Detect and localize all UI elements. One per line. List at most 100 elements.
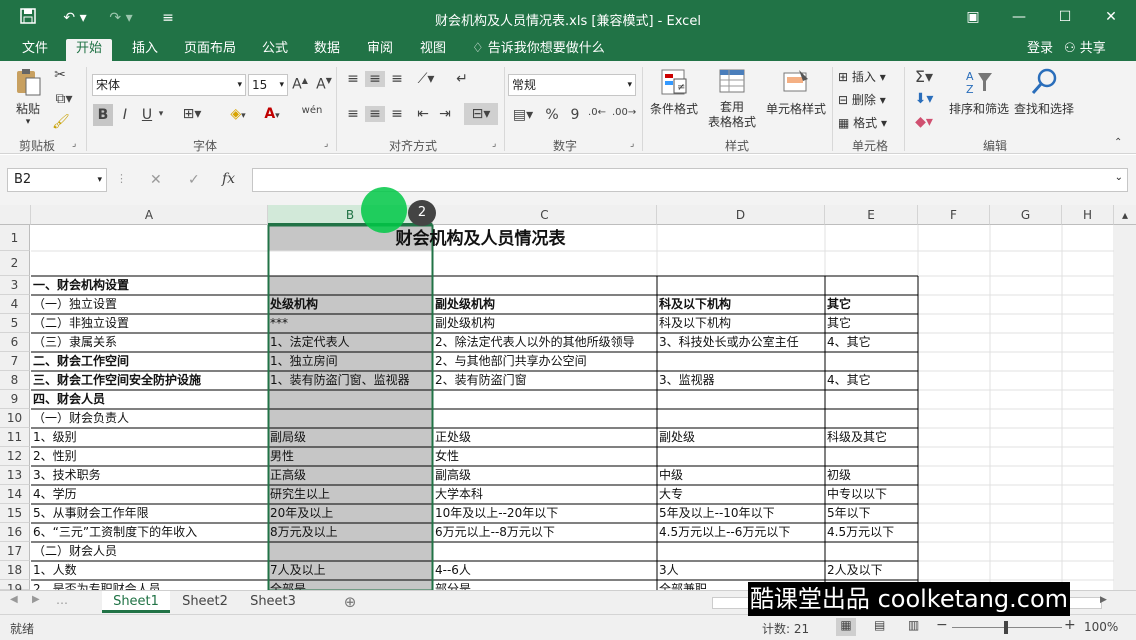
sheet-tab-1[interactable]: Sheet1 — [102, 591, 170, 613]
fill-color-icon[interactable]: ◈▾ — [224, 106, 252, 122]
delete-cells-button[interactable]: ⊟ 删除 ▾ — [838, 91, 898, 108]
cell-c5[interactable]: 副处级机构 — [433, 314, 657, 333]
autosum-icon[interactable]: Σ▾ — [912, 67, 936, 86]
row-header-7[interactable]: 7 — [0, 352, 30, 371]
alignment-launcher-icon[interactable]: ⌟ — [492, 139, 496, 149]
italic-button[interactable]: I — [118, 107, 132, 123]
align-middle-icon[interactable]: ≡ — [365, 71, 385, 87]
page-layout-view-icon[interactable]: ▤ — [874, 618, 885, 632]
row-header-17[interactable]: 17 — [0, 542, 30, 561]
font-name-select[interactable]: 宋体 ▾ — [92, 74, 246, 96]
prev-sheet-icon[interactable]: ◀ — [10, 594, 18, 605]
zoom-out-icon[interactable]: − — [936, 617, 948, 633]
share-button[interactable]: ⚇ 共享 — [1062, 39, 1108, 61]
row-header-1[interactable]: 1 — [0, 225, 30, 251]
paste-button[interactable]: 粘贴 ▾ — [12, 67, 44, 127]
cell-a7[interactable]: 二、财会工作空间 — [31, 352, 268, 371]
cell-b5[interactable]: *** — [268, 314, 433, 333]
tab-file[interactable]: 文件 — [20, 39, 50, 61]
cell-a5[interactable]: （二）非独立设置 — [31, 314, 268, 333]
cell-c15[interactable]: 10年及以上--20年以下 — [433, 504, 657, 523]
cell-a17[interactable]: （二）财会人员 — [31, 542, 268, 561]
clear-icon[interactable]: ◆▾ — [912, 114, 936, 130]
cell-d15[interactable]: 5年及以上--10年以下 — [657, 504, 825, 523]
cell-d18[interactable]: 3人 — [657, 561, 825, 580]
underline-button[interactable]: U — [140, 107, 154, 123]
sheet-tab-3[interactable]: Sheet3 — [240, 591, 306, 613]
align-top-icon[interactable]: ≡ — [344, 71, 362, 87]
cell-a6[interactable]: （三）隶属关系 — [31, 333, 268, 352]
cell-a15[interactable]: 5、从事财会工作年限 — [31, 504, 268, 523]
sort-filter-button[interactable]: AZ 排序和筛选 — [946, 67, 1012, 117]
insert-cells-button[interactable]: ⊞ 插入 ▾ — [838, 68, 898, 85]
cancel-icon[interactable]: ✕ — [150, 172, 162, 188]
cell-a11[interactable]: 1、级别 — [31, 428, 268, 447]
column-header-f[interactable]: F — [918, 205, 990, 225]
expand-formula-icon[interactable]: ⌄ — [1115, 172, 1123, 183]
number-launcher-icon[interactable]: ⌟ — [630, 139, 634, 149]
tab-insert[interactable]: 插入 — [130, 39, 160, 61]
cell-styles-button[interactable]: 单元格样式 — [764, 67, 828, 117]
cell-e13[interactable]: 初级 — [825, 466, 918, 485]
zoom-in-icon[interactable]: + — [1064, 617, 1076, 633]
column-header-h[interactable]: H — [1062, 205, 1114, 225]
zoom-slider-thumb[interactable] — [1004, 621, 1008, 634]
cell-a12[interactable]: 2、性别 — [31, 447, 268, 466]
maximize-icon[interactable]: ☐ — [1050, 6, 1080, 28]
cell-e18[interactable]: 2人及以下 — [825, 561, 918, 580]
tab-review[interactable]: 审阅 — [365, 39, 395, 61]
cell-b8[interactable]: 1、装有防盗门窗、监视器 — [268, 371, 433, 390]
cell-d5[interactable]: 科及以下机构 — [657, 314, 825, 333]
comma-style-button[interactable]: 9 — [568, 107, 582, 123]
cell-b4[interactable]: 处级机构 — [268, 295, 433, 314]
sheet-title-cell[interactable]: 财会机构及人员情况表 — [268, 226, 693, 252]
row-header-9[interactable]: 9 — [0, 390, 30, 409]
cell-a9[interactable]: 四、财会人员 — [31, 390, 268, 409]
cell-d11[interactable]: 副处级 — [657, 428, 825, 447]
cell-e5[interactable]: 其它 — [825, 314, 918, 333]
tell-me-search[interactable]: ♢ 告诉我你想要做什么 — [470, 39, 607, 61]
align-left-icon[interactable]: ≡ — [344, 106, 362, 122]
row-header-15[interactable]: 15 — [0, 504, 30, 523]
cell-c13[interactable]: 副高级 — [433, 466, 657, 485]
cell-e14[interactable]: 中专以以下 — [825, 485, 918, 504]
cell-c7[interactable]: 2、与其他部门共享办公空间 — [433, 352, 657, 371]
row-header-2[interactable]: 2 — [0, 251, 30, 276]
row-header-13[interactable]: 13 — [0, 466, 30, 485]
column-header-a[interactable]: A — [31, 205, 268, 225]
cell-a13[interactable]: 3、技术职务 — [31, 466, 268, 485]
cell-c6[interactable]: 2、除法定代表人以外的其他所级领导 — [433, 333, 657, 352]
row-header-4[interactable]: 4 — [0, 295, 30, 314]
close-icon[interactable]: ✕ — [1096, 6, 1126, 28]
enter-icon[interactable]: ✓ — [188, 172, 200, 188]
cell-b6[interactable]: 1、法定代表人 — [268, 333, 433, 352]
scroll-right-icon[interactable]: ▶ — [1100, 595, 1107, 605]
cell-e15[interactable]: 5年以下 — [825, 504, 918, 523]
tab-page-layout[interactable]: 页面布局 — [182, 39, 238, 61]
increase-indent-icon[interactable]: ⇥ — [436, 106, 454, 122]
login-link[interactable]: 登录 — [1025, 39, 1055, 61]
column-header-e[interactable]: E — [825, 205, 918, 225]
cell-b19[interactable]: 全部是 — [268, 580, 433, 590]
bold-button[interactable]: B — [93, 104, 113, 126]
cell-b11[interactable]: 副局级 — [268, 428, 433, 447]
copy-icon[interactable]: ⧉▾ — [52, 91, 76, 107]
row-header-18[interactable]: 18 — [0, 561, 30, 580]
vertical-scrollbar-top[interactable]: ▴ — [1114, 205, 1136, 225]
tab-formulas[interactable]: 公式 — [260, 39, 290, 61]
cell-c4[interactable]: 副处级机构 — [433, 295, 657, 314]
cell-b16[interactable]: 8万元及以上 — [268, 523, 433, 542]
font-launcher-icon[interactable]: ⌟ — [324, 139, 328, 149]
clipboard-launcher-icon[interactable]: ⌟ — [72, 139, 76, 149]
cell-c16[interactable]: 6万元以上--8万元以下 — [433, 523, 657, 542]
cell-e8[interactable]: 4、其它 — [825, 371, 918, 390]
column-header-g[interactable]: G — [990, 205, 1062, 225]
collapse-ribbon-icon[interactable]: ⌃ — [1114, 137, 1122, 148]
cell-b7[interactable]: 1、独立房间 — [268, 352, 433, 371]
insert-function-button[interactable]: fx — [222, 171, 235, 187]
row-header-14[interactable]: 14 — [0, 485, 30, 504]
cell-d13[interactable]: 中级 — [657, 466, 825, 485]
normal-view-icon[interactable]: ▦ — [836, 618, 856, 636]
minimize-icon[interactable]: — — [1004, 6, 1034, 28]
cell-d8[interactable]: 3、监视器 — [657, 371, 825, 390]
